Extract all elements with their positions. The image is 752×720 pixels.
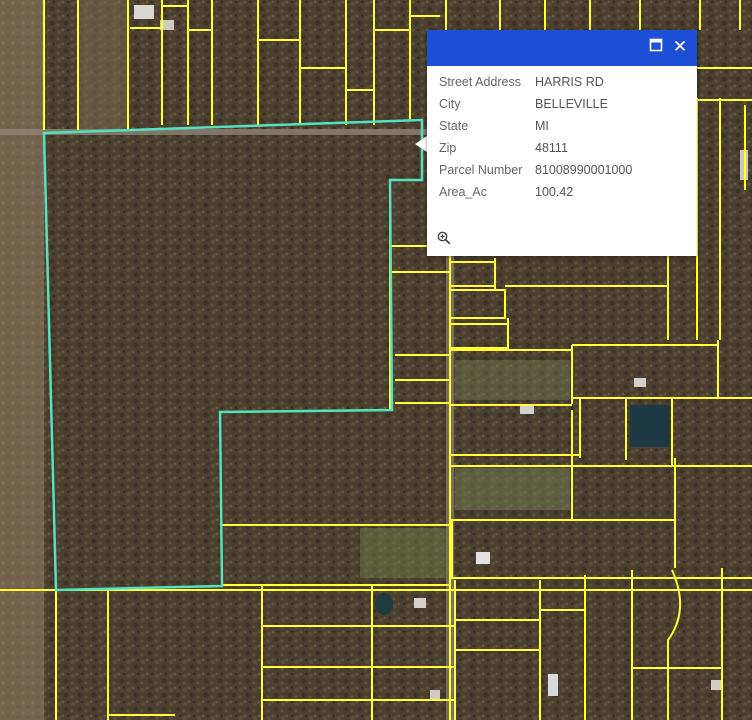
field-value: BELLEVILLE: [535, 97, 608, 111]
field-value: 81008990001000: [535, 163, 633, 177]
field-label: Zip: [439, 141, 457, 155]
field-value: MI: [535, 119, 549, 133]
zoom-to-icon[interactable]: [437, 231, 451, 245]
field-label: Street Address: [439, 75, 521, 89]
field-row-area-ac: Area_Ac 100.42: [439, 185, 697, 207]
field-row-zip: Zip 48111: [439, 141, 697, 163]
field-value: 100.42: [535, 185, 574, 199]
field-row-parcel-number: Parcel Number 81008990001000: [439, 163, 697, 185]
field-label: Area_Ac: [439, 185, 487, 199]
popup-pointer: [415, 136, 427, 152]
field-value: HARRIS RD: [535, 75, 604, 89]
maximize-icon[interactable]: [649, 38, 667, 56]
field-value: 48111: [535, 141, 568, 155]
field-label: Parcel Number: [439, 163, 523, 177]
field-row-street-address: Street Address HARRIS RD: [439, 75, 697, 97]
popup-header: ✕: [427, 30, 697, 66]
field-row-state: State MI: [439, 119, 697, 141]
field-row-city: City BELLEVILLE: [439, 97, 697, 119]
field-label: State: [439, 119, 469, 133]
close-icon[interactable]: ✕: [671, 38, 689, 56]
popup-body: Street Address HARRIS RD City BELLEVILLE…: [427, 66, 697, 207]
field-label: City: [439, 97, 461, 111]
parcel-info-popup: ✕ Street Address HARRIS RD City BELLEVIL…: [427, 30, 697, 256]
